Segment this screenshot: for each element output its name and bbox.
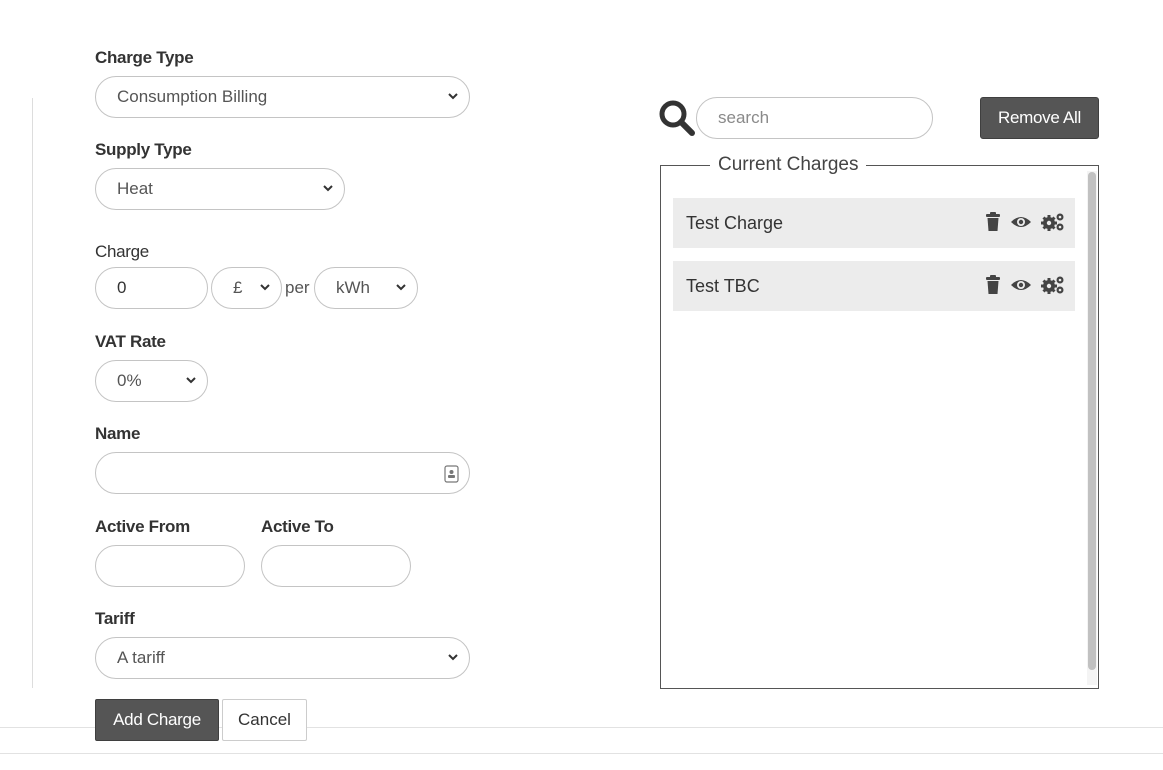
chevron-down-icon [448, 654, 458, 661]
charge-type-label: Charge Type [95, 48, 194, 67]
search-input[interactable]: search [696, 97, 933, 139]
current-charges-legend: Current Charges [710, 154, 867, 176]
per-text: per [285, 278, 310, 297]
charge-item-name: Test TBC [686, 275, 760, 296]
trash-icon[interactable] [985, 275, 1001, 295]
unit-select[interactable]: kWh [314, 267, 418, 309]
supply-type-value: Heat [117, 179, 153, 198]
search-icon[interactable] [658, 99, 696, 137]
active-to-input[interactable] [261, 545, 411, 587]
name-input[interactable] [95, 452, 470, 494]
supply-type-select[interactable]: Heat [95, 168, 345, 210]
cancel-button[interactable]: Cancel [222, 699, 307, 741]
charge-type-value: Consumption Billing [117, 87, 268, 106]
vat-rate-select[interactable]: 0% [95, 360, 208, 402]
contact-card-icon[interactable] [444, 465, 459, 483]
vat-rate-value: 0% [117, 371, 142, 390]
charge-item[interactable]: Test TBC [673, 261, 1075, 311]
chevron-down-icon [260, 284, 270, 291]
gears-icon[interactable] [1041, 212, 1065, 232]
chevron-down-icon [448, 93, 458, 100]
charge-amount-value: 0 [117, 278, 127, 297]
charge-amount-input[interactable]: 0 [95, 267, 208, 309]
vat-rate-label: VAT Rate [95, 332, 166, 351]
charge-label: Charge [95, 242, 149, 261]
trash-icon[interactable] [985, 212, 1001, 232]
scrollbar-thumb[interactable] [1088, 172, 1096, 670]
name-label: Name [95, 424, 141, 443]
unit-value: kWh [336, 278, 370, 297]
tariff-select[interactable]: A tariff [95, 637, 470, 679]
currency-select[interactable]: £ [211, 267, 282, 309]
chevron-down-icon [323, 185, 333, 192]
tariff-label: Tariff [95, 609, 135, 628]
eye-icon[interactable] [1010, 214, 1032, 230]
supply-type-label: Supply Type [95, 140, 192, 159]
chevron-down-icon [396, 284, 406, 291]
charge-type-select[interactable]: Consumption Billing [95, 76, 470, 118]
eye-icon[interactable] [1010, 277, 1032, 293]
active-from-label: Active From [95, 517, 190, 536]
add-charge-button[interactable]: Add Charge [95, 699, 219, 741]
chevron-down-icon [186, 377, 196, 384]
gears-icon[interactable] [1041, 275, 1065, 295]
active-to-label: Active To [261, 517, 334, 536]
charge-item-name: Test Charge [686, 212, 784, 233]
active-from-input[interactable] [95, 545, 245, 587]
remove-all-button[interactable]: Remove All [980, 97, 1099, 139]
search-placeholder: search [718, 108, 770, 127]
charge-item[interactable]: Test Charge [673, 198, 1075, 248]
currency-value: £ [233, 278, 243, 297]
tariff-value: A tariff [117, 648, 165, 667]
left-divider [32, 98, 33, 688]
footer-divider-bottom [0, 753, 1163, 754]
